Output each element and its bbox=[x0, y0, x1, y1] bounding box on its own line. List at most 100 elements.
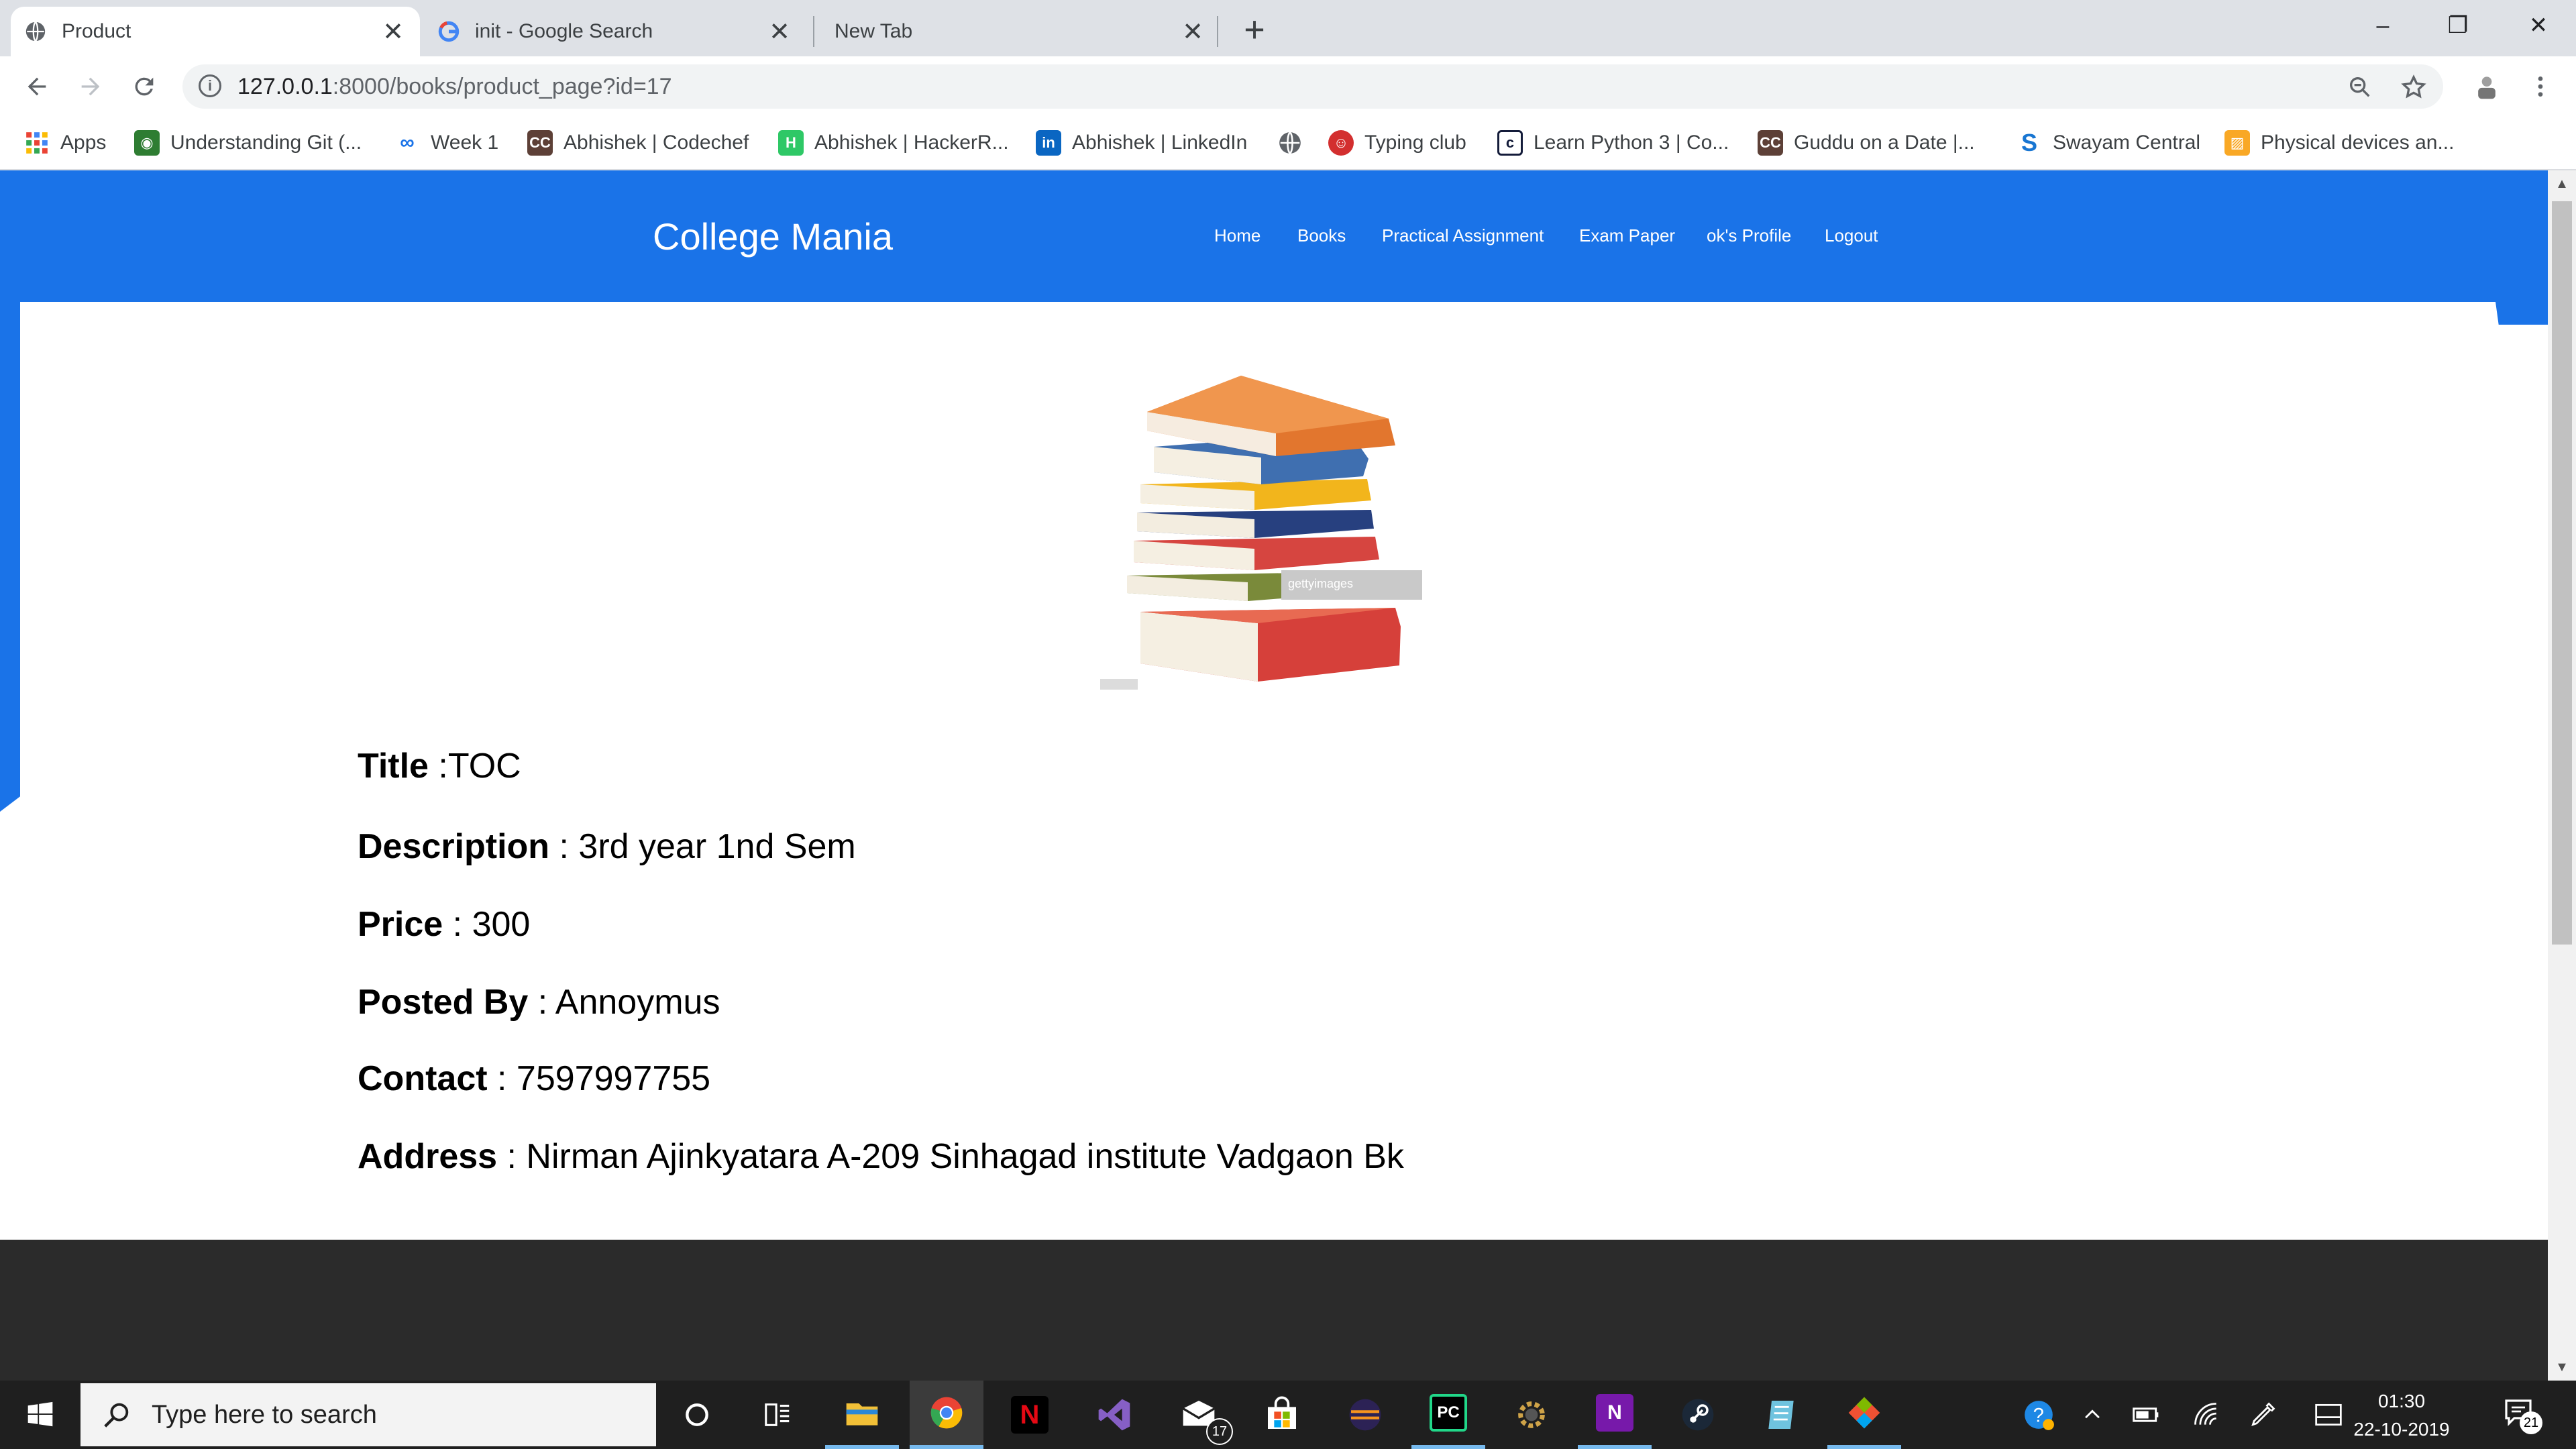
bookmark-typing-club[interactable]: ☺ Typing club bbox=[1328, 126, 1466, 160]
file-explorer-button[interactable] bbox=[825, 1381, 899, 1449]
onenote-button[interactable]: N bbox=[1578, 1381, 1652, 1449]
steam-icon bbox=[1682, 1399, 1714, 1431]
scroll-up-arrow-icon[interactable]: ▲ bbox=[2548, 170, 2576, 197]
tab-google-search[interactable]: init - Google Search ✕ bbox=[424, 7, 806, 56]
tab-product[interactable]: Product ✕ bbox=[11, 7, 420, 56]
avatar-icon bbox=[2478, 76, 2496, 99]
svg-text:?: ? bbox=[2033, 1405, 2044, 1426]
hackerrank-icon: H bbox=[778, 130, 804, 156]
chrome-icon bbox=[930, 1397, 963, 1429]
globe-icon bbox=[1279, 131, 1301, 154]
minimize-button[interactable]: – bbox=[2345, 0, 2420, 51]
search-placeholder: Type here to search bbox=[152, 1400, 377, 1429]
notes-app-button[interactable] bbox=[1744, 1381, 1818, 1449]
bookmark-globe[interactable] bbox=[1277, 126, 1303, 160]
task-view-button[interactable] bbox=[741, 1381, 814, 1449]
netflix-button[interactable]: N bbox=[993, 1381, 1067, 1449]
scroll-down-arrow-icon[interactable]: ▼ bbox=[2548, 1354, 2576, 1381]
mail-button[interactable]: 17 bbox=[1162, 1381, 1236, 1449]
product-address-line: Address : Nirman Ajinkyatara A-209 Sinha… bbox=[358, 1136, 1404, 1177]
chrome-button[interactable] bbox=[910, 1381, 983, 1449]
swayam-icon: S bbox=[2021, 129, 2037, 156]
apps-grid-icon bbox=[26, 132, 48, 154]
bookmark-guddu-on-a-date[interactable]: CC Guddu on a Date |... bbox=[1758, 126, 1975, 160]
eclipse-button[interactable] bbox=[1328, 1381, 1402, 1449]
site-footer bbox=[0, 1240, 2548, 1381]
site-brand[interactable]: College Mania bbox=[653, 215, 893, 258]
info-icon[interactable]: i bbox=[199, 74, 221, 97]
product-title-line: Title :TOC bbox=[358, 746, 521, 786]
keyboard-icon[interactable] bbox=[2312, 1398, 2345, 1432]
scroll-thumb[interactable] bbox=[2552, 201, 2572, 945]
tray-overflow-chevron-icon[interactable] bbox=[2076, 1398, 2109, 1432]
bookmark-label: Learn Python 3 | Co... bbox=[1534, 131, 1729, 154]
pen-icon[interactable] bbox=[2246, 1398, 2279, 1432]
product-description-line: Description : 3rd year 1nd Sem bbox=[358, 826, 856, 867]
star-icon[interactable] bbox=[2399, 72, 2428, 102]
reload-button[interactable] bbox=[123, 66, 165, 107]
new-tab-button[interactable]: + bbox=[1234, 9, 1275, 50]
taskbar-clock[interactable]: 01:30 22-10-2019 bbox=[2348, 1387, 2455, 1444]
nav-profile[interactable]: ok's Profile bbox=[1707, 225, 1791, 246]
field-label: Address bbox=[358, 1137, 498, 1176]
action-center-button[interactable]: 21 bbox=[2502, 1395, 2542, 1434]
battery-icon[interactable] bbox=[2129, 1398, 2163, 1432]
url-host: 127.0.0.1 bbox=[237, 74, 333, 99]
close-icon[interactable]: ✕ bbox=[380, 18, 407, 46]
browser-toolbar: i 127.0.0.1:8000/books/product_page?id=1… bbox=[0, 56, 2576, 117]
gear-app-button[interactable] bbox=[1495, 1381, 1568, 1449]
field-label: Price bbox=[358, 905, 443, 944]
profile-avatar[interactable] bbox=[2466, 66, 2508, 107]
address-bar[interactable]: i 127.0.0.1:8000/books/product_page?id=1… bbox=[182, 64, 2443, 109]
pycharm-button[interactable]: PC bbox=[1411, 1381, 1485, 1449]
bookmark-physical-devices[interactable]: ▨ Physical devices an... bbox=[2224, 126, 2454, 160]
nav-books[interactable]: Books bbox=[1297, 225, 1346, 246]
tab-title: Product bbox=[62, 20, 131, 42]
store-button[interactable] bbox=[1245, 1381, 1319, 1449]
close-window-button[interactable]: ✕ bbox=[2501, 0, 2576, 51]
bookmark-apps[interactable]: Apps bbox=[24, 126, 106, 160]
notification-count: 21 bbox=[2520, 1411, 2542, 1434]
reload-icon bbox=[135, 77, 154, 96]
close-icon[interactable]: ✕ bbox=[1179, 18, 1206, 46]
bookmark-swayam-central[interactable]: S Swayam Central bbox=[2017, 126, 2200, 160]
menu-button[interactable] bbox=[2520, 66, 2561, 107]
steam-button[interactable] bbox=[1661, 1381, 1735, 1449]
tab-new-tab[interactable]: New Tab ✕ bbox=[820, 7, 1220, 56]
cortana-button[interactable] bbox=[660, 1381, 734, 1449]
bookmark-codechef[interactable]: CC Abhishek | Codechef bbox=[527, 126, 749, 160]
bookmark-hackerrank[interactable]: H Abhishek | HackerR... bbox=[778, 126, 1009, 160]
wifi-icon[interactable] bbox=[2190, 1398, 2223, 1432]
back-button[interactable] bbox=[16, 66, 58, 107]
nav-practical-assignment[interactable]: Practical Assignment bbox=[1382, 225, 1544, 246]
eclipse-icon bbox=[1349, 1399, 1381, 1431]
field-separator: : bbox=[549, 827, 579, 866]
product-address-value: Nirman Ajinkyatara A-209 Sinhagad instit… bbox=[526, 1137, 1404, 1176]
taskbar-search[interactable]: Type here to search bbox=[80, 1383, 656, 1446]
store-icon bbox=[1268, 1396, 1296, 1429]
bookmark-label: Guddu on a Date |... bbox=[1794, 131, 1975, 154]
bookmark-learn-python[interactable]: c Learn Python 3 | Co... bbox=[1497, 126, 1729, 160]
git-gui-button[interactable] bbox=[1827, 1381, 1901, 1449]
close-icon[interactable]: ✕ bbox=[766, 18, 793, 46]
help-icon[interactable]: ? bbox=[2022, 1398, 2055, 1432]
clock-time: 01:30 bbox=[2377, 1391, 2426, 1411]
nav-home[interactable]: Home bbox=[1214, 225, 1260, 246]
visual-studio-button[interactable] bbox=[1077, 1381, 1151, 1449]
bookmark-understanding-git[interactable]: ◉ Understanding Git (... bbox=[134, 126, 362, 160]
url-text[interactable]: 127.0.0.1:8000/books/product_page?id=17 bbox=[237, 74, 672, 100]
nav-exam-paper[interactable]: Exam Paper bbox=[1579, 225, 1675, 246]
restore-button[interactable]: ❐ bbox=[2420, 0, 2496, 51]
bookmark-linkedin[interactable]: in Abhishek | LinkedIn bbox=[1036, 126, 1247, 160]
windows-logo-icon bbox=[28, 1401, 53, 1427]
start-button[interactable] bbox=[0, 1381, 80, 1449]
product-price-line: Price : 300 bbox=[358, 904, 530, 945]
page-scrollbar[interactable]: ▲ ▼ bbox=[2548, 170, 2576, 1381]
netflix-icon: N bbox=[1011, 1396, 1049, 1434]
forward-button[interactable] bbox=[70, 66, 111, 107]
field-label: Title bbox=[358, 747, 429, 786]
tab-title: init - Google Search bbox=[475, 20, 653, 42]
zoom-icon[interactable] bbox=[2345, 72, 2375, 102]
nav-logout[interactable]: Logout bbox=[1825, 225, 1878, 246]
bookmark-week-1[interactable]: ∞ Week 1 bbox=[394, 126, 498, 160]
